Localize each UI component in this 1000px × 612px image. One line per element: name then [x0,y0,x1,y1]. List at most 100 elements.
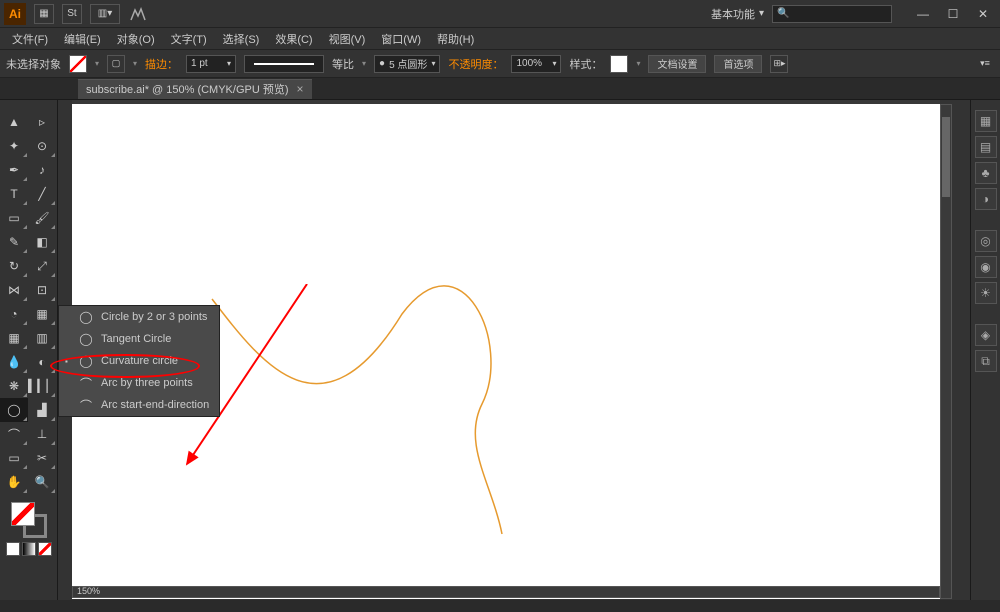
rectangle-tool[interactable]: ▭ [0,206,28,230]
lasso-tool[interactable]: ⊙ [28,134,56,158]
maximize-button[interactable]: ☐ [940,5,966,23]
zoom-tool[interactable]: 🔍 [28,470,56,494]
menu-effect[interactable]: 效果(C) [267,31,320,47]
panel-swatches-icon[interactable]: ▤ [975,136,997,158]
panel-gradient-icon[interactable]: ◉ [975,256,997,278]
search-input[interactable]: 🔍 [772,5,892,23]
artboard-tool[interactable]: ▭ [0,446,28,470]
slice-tool[interactable]: ✂ [28,446,56,470]
arc-icon: ⌒ [79,397,93,414]
brush-dropdown-icon[interactable]: ▾ [362,59,366,68]
scrollbar-horizontal[interactable]: 150% [72,586,940,598]
selection-label: 未选择对象 [6,56,61,72]
tab-bar: subscribe.ai* @ 150% (CMYK/GPU 预览) × [0,78,1000,100]
shape-builder-tool[interactable]: ◔ [0,302,28,326]
panel-stroke-icon[interactable]: ◎ [975,230,997,252]
scale-tool[interactable]: ⤢ [28,254,56,278]
width-profile[interactable]: ●5 点圆形▾ [374,55,440,73]
tab-close-icon[interactable]: × [297,82,304,96]
direct-selection-tool[interactable]: ▹ [28,110,56,134]
blend-tool[interactable]: ◐ [28,350,56,374]
stroke-label[interactable]: 描边： [145,56,178,72]
scrollbar-vertical[interactable] [940,104,952,599]
brush-uniform-label: 等比 [332,56,354,72]
type-tool[interactable]: T [0,182,28,206]
doc-setup-button[interactable]: 文档设置 [648,55,706,73]
menu-window[interactable]: 窗口(W) [373,31,429,47]
style-label: 样式： [569,56,602,72]
opacity-input[interactable]: 100%▾ [511,55,561,73]
color-mode-solid[interactable] [6,542,20,556]
app-logo: Ai [4,3,26,25]
circle-script-tool[interactable]: ◯ [0,398,28,422]
free-transform-tool[interactable]: ⊡ [28,278,56,302]
titlebar-tools: ▦ St ▥▾ [34,4,148,24]
menu-type[interactable]: 文字(T) [163,31,215,47]
minimize-button[interactable]: — [910,5,936,23]
flyout-tangent-circle[interactable]: ◯Tangent Circle [59,328,219,350]
color-picker [0,498,57,560]
menu-help[interactable]: 帮助(H) [429,31,482,47]
close-button[interactable]: ✕ [970,5,996,23]
hand-tool[interactable]: ✋ [0,470,28,494]
menu-select[interactable]: 选择(S) [215,31,268,47]
align-icon[interactable]: ⊞▸ [770,55,788,73]
flyout-arc-three-points[interactable]: ⌒Arc by three points [59,372,219,394]
stroke-dropdown-icon[interactable]: ▾ [133,59,137,68]
workspace-dropdown-icon[interactable]: ▾ [759,8,764,19]
zoom-level[interactable]: 150% [73,586,133,598]
panel-transparency-icon[interactable]: ☀ [975,282,997,304]
mirror-tool[interactable]: ▟ [28,398,56,422]
eyedropper-tool[interactable]: 💧 [0,350,28,374]
gpu-icon[interactable] [128,4,148,24]
selection-tool[interactable]: ▲ [0,110,28,134]
rotate-tool[interactable]: ↻ [0,254,28,278]
gradient-tool[interactable]: ▥ [28,326,56,350]
pen-tool[interactable]: ✒ [0,158,28,182]
stroke-swatch[interactable]: ▢ [107,55,125,73]
flyout-circle-2-3-points[interactable]: ◯Circle by 2 or 3 points [59,306,219,328]
arc-tool-2[interactable]: ⌒ [0,422,28,446]
fill-swatch[interactable] [69,55,87,73]
flyout-curvature-circle[interactable]: ◯Curvature circle [59,350,219,372]
panel-appearance-icon[interactable]: ◈ [975,324,997,346]
stock-icon[interactable]: St [62,4,82,24]
flyout-arc-start-end-direction[interactable]: ⌒Arc start-end-direction [59,394,219,416]
panel-layers-icon[interactable]: ⧉ [975,350,997,372]
panel-symbols-icon[interactable]: ◑ [975,188,997,210]
bridge-icon[interactable]: ▦ [34,4,54,24]
symbol-sprayer-tool[interactable]: ❋ [0,374,28,398]
pencil-tool[interactable]: ✎ [0,230,28,254]
style-swatch[interactable] [610,55,628,73]
panel-color-icon[interactable]: ▦ [975,110,997,132]
panel-brushes-icon[interactable]: ♣ [975,162,997,184]
menu-view[interactable]: 视图(V) [321,31,374,47]
tangent-tool[interactable]: ⊥ [28,422,56,446]
stroke-weight-input[interactable]: 1 pt▾ [186,55,236,73]
workspace-label[interactable]: 基本功能 [711,6,755,22]
mesh-tool[interactable]: ▦ [0,326,28,350]
fill-color[interactable] [11,502,35,526]
width-tool[interactable]: ⋈ [0,278,28,302]
curvature-tool[interactable]: ♪ [28,158,56,182]
paintbrush-tool[interactable]: 🖌 [28,206,56,230]
style-dropdown-icon[interactable]: ▾ [636,59,640,68]
color-mode-none[interactable] [38,542,52,556]
arrange-docs-icon[interactable]: ▥▾ [90,4,120,24]
menu-edit[interactable]: 编辑(E) [56,31,109,47]
menu-file[interactable]: 文件(F) [4,31,56,47]
magic-wand-tool[interactable]: ✦ [0,134,28,158]
preferences-button[interactable]: 首选项 [714,55,762,73]
perspective-tool[interactable]: ▦ [28,302,56,326]
graph-tool[interactable]: ▍▎▏ [28,374,56,398]
control-menu-icon[interactable]: ▾≡ [976,55,994,73]
line-tool[interactable]: ╱ [28,182,56,206]
eraser-tool[interactable]: ◧ [28,230,56,254]
brush-preview[interactable] [244,55,324,73]
document-tab[interactable]: subscribe.ai* @ 150% (CMYK/GPU 预览) × [78,79,312,99]
control-bar: 未选择对象 ▾ ▢ ▾ 描边： 1 pt▾ 等比 ▾ ●5 点圆形▾ 不透明度：… [0,50,1000,78]
menu-object[interactable]: 对象(O) [109,31,163,47]
opacity-label[interactable]: 不透明度： [448,56,503,72]
fill-dropdown-icon[interactable]: ▾ [95,59,99,68]
color-mode-gradient[interactable] [22,542,36,556]
